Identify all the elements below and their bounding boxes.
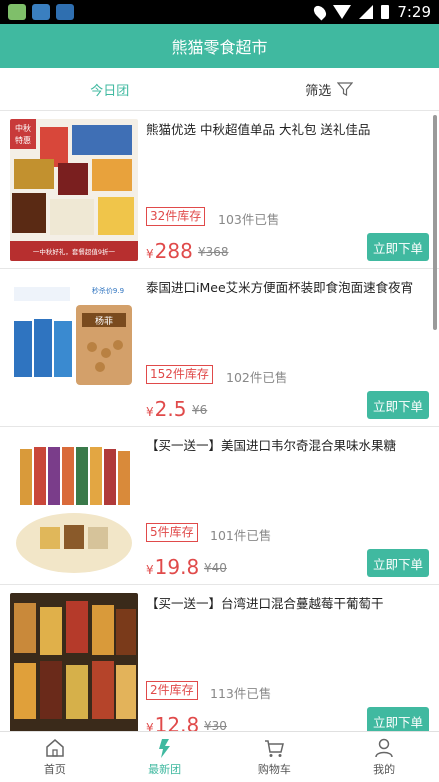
- status-time: 7:29: [397, 3, 431, 21]
- image-label-b: 杨菲: [95, 315, 113, 327]
- scrollbar[interactable]: [433, 115, 437, 330]
- product-item[interactable]: 【买一送一】美国进口韦尔奇混合果味水果糖 5件库存 101件已售 ¥19.8 ¥…: [0, 427, 439, 585]
- sold-count: 101件已售: [210, 528, 272, 543]
- tab-cart-label: 购物车: [257, 763, 291, 776]
- currency-symbol: ¥: [146, 247, 154, 261]
- location-icon: [311, 3, 329, 21]
- home-icon: [46, 739, 64, 757]
- battery-icon: [381, 5, 390, 19]
- product-name[interactable]: 熊猫优选 中秋超值单品 大礼包 送礼佳品: [146, 121, 426, 139]
- tab-latest-group[interactable]: 最新团: [110, 732, 220, 782]
- user-icon: [375, 738, 393, 758]
- product-name[interactable]: 【买一送一】美国进口韦尔奇混合果味水果糖: [146, 437, 426, 455]
- tab-today-group[interactable]: 今日团: [0, 68, 220, 110]
- sold-count: 103件已售: [218, 212, 280, 227]
- filter-label: 筛选: [305, 83, 332, 99]
- original-price: ¥6: [192, 403, 208, 417]
- price-value: 12.8: [154, 713, 200, 731]
- notification-app-icon: [32, 4, 50, 20]
- price-value: 288: [154, 239, 193, 263]
- currency-symbol: ¥: [146, 563, 154, 577]
- lightning-icon: [158, 739, 170, 758]
- signal-icon: [359, 5, 374, 19]
- stock-badge: 152件库存: [146, 365, 213, 384]
- price: ¥288: [146, 239, 193, 263]
- cart-icon: [265, 740, 285, 757]
- sold-count: 102件已售: [226, 370, 288, 385]
- buy-now-button[interactable]: 立即下单: [367, 707, 429, 731]
- product-name[interactable]: 【买一送一】台湾进口混合蔓越莓干葡萄干: [146, 595, 426, 613]
- price-value: 19.8: [154, 555, 200, 579]
- notification-app-icon: [56, 4, 74, 20]
- tab-profile-label: 我的: [373, 763, 396, 776]
- product-name[interactable]: 泰国进口iMee艾米方便面杯装即食泡面速食夜宵: [146, 279, 426, 297]
- tab-today-group-label: 今日团: [90, 83, 130, 99]
- tab-home-label: 首页: [43, 763, 66, 776]
- page-title: 熊猫零食超市: [171, 38, 268, 57]
- product-list[interactable]: 中秋 特惠 一中秋好礼，套餐超值9折一 熊猫优选 中秋超值单品 大礼包 送礼佳品…: [0, 111, 439, 731]
- badge-top-text: 中秋: [15, 123, 31, 133]
- product-item[interactable]: 中秋 特惠 一中秋好礼，套餐超值9折一 熊猫优选 中秋超值单品 大礼包 送礼佳品…: [0, 111, 439, 269]
- app-header: 熊猫零食超市: [0, 24, 439, 68]
- buy-now-button[interactable]: 立即下单: [367, 233, 429, 261]
- stock-badge: 2件库存: [146, 681, 198, 700]
- price: ¥2.5: [146, 397, 186, 421]
- filter-button[interactable]: 筛选: [220, 68, 439, 110]
- product-image[interactable]: 杨菲 秒杀价9.9: [10, 277, 138, 419]
- currency-symbol: ¥: [146, 721, 154, 731]
- sold-count: 113件已售: [210, 686, 272, 701]
- image-label-a: 秒杀价9.9: [92, 286, 124, 295]
- tab-latest-group-label: 最新团: [148, 763, 182, 776]
- product-image[interactable]: [10, 593, 138, 731]
- image-caption: 一中秋好礼，套餐超值9折一: [33, 247, 116, 256]
- notification-app-icon: [8, 4, 26, 20]
- badge-bottom-text: 特惠: [15, 135, 31, 145]
- product-image[interactable]: 中秋 特惠 一中秋好礼，套餐超值9折一: [10, 119, 138, 261]
- funnel-icon: [337, 82, 354, 96]
- wifi-icon: [333, 5, 352, 19]
- price: ¥12.8: [146, 713, 199, 731]
- original-price: ¥368: [198, 245, 229, 259]
- original-price: ¥30: [204, 719, 227, 731]
- buy-now-button[interactable]: 立即下单: [367, 549, 429, 577]
- filter-bar: 今日团 筛选: [0, 68, 439, 111]
- price: ¥19.8: [146, 555, 199, 579]
- tab-home[interactable]: 首页: [0, 732, 110, 782]
- buy-now-button[interactable]: 立即下单: [367, 391, 429, 419]
- original-price: ¥40: [204, 561, 227, 575]
- status-bar: 7:29: [0, 0, 439, 24]
- product-item[interactable]: 【买一送一】台湾进口混合蔓越莓干葡萄干 2件库存 113件已售 ¥12.8 ¥3…: [0, 585, 439, 731]
- bottom-tab-bar: 首页 最新团 购物车 我的: [0, 731, 439, 782]
- price-value: 2.5: [154, 397, 187, 421]
- product-image[interactable]: [10, 435, 138, 577]
- currency-symbol: ¥: [146, 405, 154, 419]
- product-item[interactable]: 杨菲 秒杀价9.9 泰国进口iMee艾米方便面杯装即食泡面速食夜宵 152件库存…: [0, 269, 439, 427]
- tab-profile[interactable]: 我的: [329, 732, 439, 782]
- stock-badge: 5件库存: [146, 523, 198, 542]
- stock-badge: 32件库存: [146, 207, 206, 226]
- tab-cart[interactable]: 购物车: [220, 732, 330, 782]
